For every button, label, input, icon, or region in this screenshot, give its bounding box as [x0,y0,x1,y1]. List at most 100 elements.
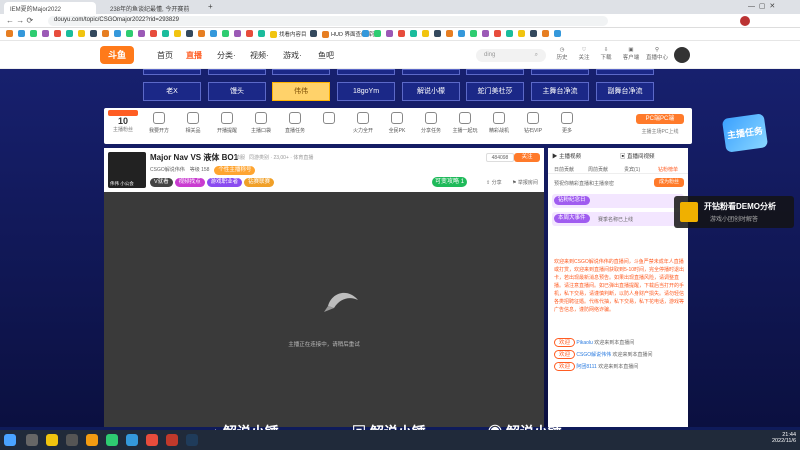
bookmark-item[interactable]: 找看内容目 [270,30,307,39]
action-related[interactable]: 相关品 [178,112,208,134]
action-pocket[interactable]: 主播口袋 [246,112,276,134]
bookmark-item[interactable] [150,30,159,39]
bookmark-item[interactable] [66,30,75,39]
tab-week-rank[interactable]: 周前贡献 [588,166,608,173]
action-highlights[interactable]: 精彩战机 [484,112,514,134]
app-icon[interactable] [166,434,178,446]
notice-anniversary[interactable]: 钻粉纪念日 [552,194,684,208]
chrome-icon[interactable] [46,434,58,446]
bookmark-item[interactable] [258,30,267,39]
app-icon[interactable] [126,434,138,446]
nav-category[interactable]: 分类· [217,50,236,61]
douyu-logo[interactable]: 斗鱼 [100,46,134,64]
action-play-together[interactable]: 主播一起玩 [450,112,480,134]
action-open[interactable]: 我要开方 [144,112,174,134]
bookmark-item[interactable] [54,30,63,39]
bookmark-item[interactable] [78,30,87,39]
category-card-partial[interactable] [531,69,589,75]
bookmark-item[interactable] [482,30,491,39]
nav-home[interactable]: 首页 [157,50,173,61]
tab-vip[interactable]: 贵宾(1) [624,166,640,173]
steam-icon[interactable] [186,434,198,446]
bookmark-item[interactable] [18,30,27,39]
wechat-icon[interactable] [106,434,118,446]
nav-yuba[interactable]: 鱼吧 [318,50,334,61]
bookmark-item[interactable] [90,30,99,39]
bookmark-item[interactable] [126,30,135,39]
search-input[interactable]: ding ⌕ [476,49,546,62]
action-gift[interactable] [314,112,344,127]
browser-tab-2[interactable]: 238年的鱼谈纪最懂, 今开赛前 [104,2,204,14]
system-clock[interactable]: 21:44 2022/11/6 [756,432,796,444]
user-avatar[interactable] [674,47,690,63]
bookmark-item[interactable] [42,30,51,39]
demo-analysis-overlay[interactable]: 开钻粉看DEMO分析 游戏小团创时解答 [674,196,794,228]
action-remind[interactable]: 开播提醒 [212,112,242,134]
bookmark-item[interactable] [6,30,15,39]
badge-v[interactable]: V就看 [150,178,173,187]
category-card-partial[interactable] [596,69,654,75]
bookmark-item[interactable] [422,30,431,39]
tab-day-rank[interactable]: 日前贡献 [554,166,574,173]
app-icon[interactable] [66,434,78,446]
download-button[interactable]: ⇩ 下载 [600,47,612,61]
browser-tab-1[interactable]: IEM夏的Major2022 [4,2,96,14]
bookmark-item[interactable] [222,30,231,39]
badge-video[interactable]: 视频找点 [174,178,205,187]
bookmark-item[interactable] [434,30,443,39]
bookmark-item[interactable] [210,30,219,39]
bookmark-item[interactable] [234,30,243,39]
category-card-partial[interactable] [337,69,395,75]
room-category[interactable]: 单服 [235,154,245,161]
folder-icon[interactable] [86,434,98,446]
category-card-laox[interactable]: 老X [143,82,201,101]
bookmark-item[interactable] [398,30,407,39]
bookmark-item[interactable] [246,30,255,39]
action-vip[interactable]: 钻石VIP [518,112,548,134]
search-icon[interactable]: ⌕ [535,52,538,59]
history-button[interactable]: ◷ 历史 [556,47,568,61]
bookmark-item[interactable] [386,30,395,39]
pc-pk-button[interactable]: PC端PC端 [636,114,684,124]
category-card-medusa[interactable]: 蛇门美杜莎 [466,82,524,101]
badge-league[interactable]: 钻赛联赛 [244,178,275,187]
bookmark-item[interactable] [186,30,195,39]
bookmark-item[interactable] [114,30,123,39]
battle-strategy-button[interactable]: 可变攻略 1 [432,177,468,187]
follow-button-room[interactable]: 关注 [514,153,540,162]
tab-anchor-video[interactable]: ▶ 主播视频 [552,152,581,160]
share-button[interactable]: ⇪ 分享 [486,179,502,186]
bookmark-item[interactable] [494,30,503,39]
bookmark-item[interactable] [518,30,527,39]
bookmark-item[interactable] [446,30,455,39]
report-button[interactable]: ⚑ 举报房间 [512,179,538,186]
bookmark-item[interactable] [530,30,539,39]
tab-diamond-fans[interactable]: 钻粉榜单 [658,166,678,173]
category-card-main-stage[interactable]: 主舞台净流 [531,82,589,101]
category-card-partial[interactable] [143,69,201,75]
follow-button[interactable]: ♡ 关注 [578,47,590,61]
category-card-partial[interactable] [402,69,460,75]
category-card-partial[interactable] [466,69,524,75]
action-more[interactable]: 更多 [552,112,582,134]
tab-room-video[interactable]: ▣ 直播间视频 [620,152,655,160]
bookmark-item[interactable] [362,30,371,39]
live-center-button[interactable]: ⚲ 直播中心 [646,47,668,61]
become-fan-button[interactable]: 成为粉丝 [654,178,684,187]
bookmark-item[interactable] [542,30,551,39]
bookmark-item[interactable] [310,30,319,39]
action-pk[interactable]: 全民PK [382,112,412,134]
bookmark-item[interactable] [458,30,467,39]
nav-arrows-icon[interactable]: ← → ⟳ [6,16,33,25]
bookmark-item[interactable] [374,30,383,39]
bookmark-item[interactable] [470,30,479,39]
category-card-weiwei[interactable]: 伟伟 [272,82,330,101]
category-card-sub-stage[interactable]: 副舞台净流 [596,82,654,101]
bookmark-item[interactable] [102,30,111,39]
nav-video[interactable]: 视频· [250,50,269,61]
bookmark-item[interactable] [198,30,207,39]
nav-live[interactable]: 直播 [186,50,202,61]
category-card-mantou[interactable]: 馒头 [208,82,266,101]
bookmark-item[interactable] [410,30,419,39]
bookmark-item[interactable] [506,30,515,39]
